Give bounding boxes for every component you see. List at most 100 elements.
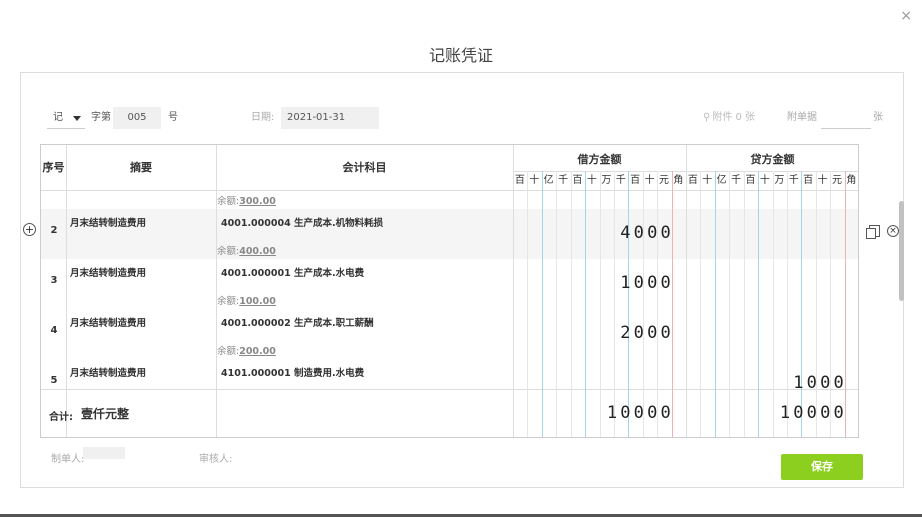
row-account[interactable]: 4001.000002 生产成本.职工薪酬 [221,315,374,329]
digit-separator [671,171,673,437]
date-label: 日期: [251,112,275,123]
row-seq: 5 [50,375,58,386]
credit-digit-header: 角 [846,175,857,186]
digit-separator [714,171,716,437]
voucher-word-value: 记 [53,112,63,123]
credit-digit-header: 万 [774,175,785,186]
digit-separator [527,171,529,437]
vertical-scrollbar[interactable] [899,191,904,451]
paperclip-icon: ⚲ [703,112,711,123]
row-summary[interactable]: 月末结转制造费用 [70,265,146,279]
close-icon[interactable]: × [900,8,912,24]
digit-separator [815,171,817,437]
header-summary: 摘要 [130,161,152,174]
digit-separator [729,171,731,437]
row-account[interactable]: 4101.000001 制造费用.水电费 [221,365,364,379]
voucher-toolbar: 记 字第 005 号 日期: 2021-01-31 ⚲ 附件 0 张 附单据 张 [21,107,903,129]
row-account[interactable]: 4001.000004 生产成本.机物料耗损 [221,215,383,229]
digit-separator [570,171,572,437]
credit-digit-header: 千 [731,175,742,186]
row-debit-amount[interactable]: 1000 [620,273,674,293]
row-credit-amount[interactable]: 1000 [793,373,847,393]
debit-digit-header: 千 [558,175,569,186]
debit-digit-header: 千 [615,175,626,186]
digit-separator [830,171,832,437]
total-amount-words: 壹仟元整 [81,407,130,421]
row-debit-amount[interactable]: 2000 [620,323,674,343]
balance-value: 200.00 [239,346,276,357]
digit-separator [700,171,702,437]
add-row-icon[interactable]: + [23,223,36,236]
digit-separator [613,171,615,437]
delete-row-icon[interactable]: × [887,225,899,237]
credit-digit-header: 亿 [716,175,727,186]
digit-separator [758,171,760,437]
attachment-link[interactable]: ⚲ 附件 0 张 [703,107,755,129]
digit-separator [599,171,601,437]
balance-value: 300.00 [239,196,276,207]
row-balance: 余额:400.00 [217,243,276,257]
digit-separator [844,171,846,437]
credit-digit-header: 十 [702,175,713,186]
balance-prefix: 余额: [217,246,240,257]
credit-digit-header: 千 [788,175,799,186]
row-seq: 2 [50,225,58,236]
header-account: 会计科目 [342,161,387,174]
balance-prefix: 余额: [217,196,240,207]
documents-label: 附单据 [787,112,817,123]
row-account[interactable]: 4001.000001 生产成本.水电费 [221,265,364,279]
documents-count-input[interactable] [821,107,871,129]
voucher-word-select[interactable]: 记 [47,107,85,129]
date-input[interactable]: 2021-01-31 [281,107,379,129]
credit-digit-header: 百 [745,175,756,186]
voucher-number-input[interactable]: 005 [113,107,161,129]
digit-separator [743,171,745,437]
digit-separator [786,171,788,437]
balance-value: 100.00 [239,296,276,307]
debit-digit-header: 元 [658,175,669,186]
digit-separator [657,171,659,437]
credit-digit-header: 百 [803,175,814,186]
row-balance: 余额:100.00 [217,293,276,307]
debit-digit-header: 角 [673,175,684,186]
row-seq: 3 [50,275,58,286]
digit-separator [642,171,644,437]
maker-name-redacted [83,447,125,459]
reviewer-label: 审核人: [199,454,233,465]
debit-digit-header: 十 [529,175,540,186]
debit-digit-header: 万 [601,175,612,186]
row-highlight [41,209,858,259]
row-summary[interactable]: 月末结转制造费用 [70,215,146,229]
voucher-zi-label: 字第 [91,112,111,123]
credit-digit-header: 元 [831,175,842,186]
voucher-hao-label: 号 [168,112,178,123]
row-seq: 4 [50,325,58,336]
debit-digit-header: 百 [514,175,525,186]
debit-digit-header: 亿 [543,175,554,186]
balance-value: 400.00 [239,246,276,257]
copy-row-icon[interactable] [866,225,880,239]
documents-unit-label: 张 [873,112,883,123]
balance-label: 余额:300.00 [217,193,276,207]
balance-prefix: 余额: [217,296,240,307]
scrollbar-thumb[interactable] [899,201,904,301]
row-debit-amount[interactable]: 4000 [620,223,674,243]
debit-digit-header: 十 [644,175,655,186]
credit-digit-header: 百 [687,175,698,186]
digit-separator [556,171,558,437]
header-seq: 序号 [42,161,65,174]
row-summary[interactable]: 月末结转制造费用 [70,315,146,329]
debit-digit-header: 百 [572,175,583,186]
save-button[interactable]: 保存 [781,454,863,480]
balance-prefix: 余额: [217,346,240,357]
total-debit: 10000 [606,403,674,423]
total-credit: 10000 [779,403,847,423]
header-debit: 借方金额 [577,153,622,166]
credit-digit-header: 十 [759,175,770,186]
row-summary[interactable]: 月末结转制造费用 [70,365,146,379]
voucher-grid: 序号 摘要 会计科目 借方金额 贷方金额 百十亿千百十万千百十元角百十亿千百十万… [40,144,859,438]
debit-digit-header: 百 [630,175,641,186]
debit-digit-header: 十 [586,175,597,186]
digit-separator [628,171,630,437]
digit-separator [585,171,587,437]
